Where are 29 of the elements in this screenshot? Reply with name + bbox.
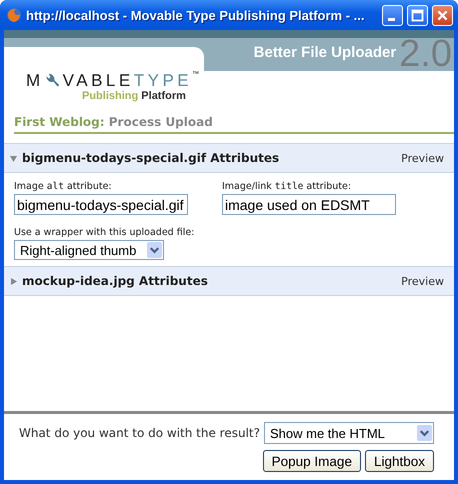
preview-link[interactable]: Preview (401, 152, 444, 164)
text-field[interactable]: bigmenu-todays-special.gif (14, 194, 188, 215)
window-title: http://localhost - Movable Type Publishing Platform - ... (26, 8, 366, 22)
expand-triangle-icon[interactable] (9, 276, 18, 286)
section-title: mockup-idea.jpg Attributes (22, 274, 209, 288)
text-field[interactable]: image used on EDSMT (222, 194, 396, 215)
blog-name: First Weblog: (14, 115, 105, 129)
wrapper-dropdown[interactable]: Right-aligned thumb (14, 240, 164, 260)
field-label: Image alt attribute: (14, 181, 112, 192)
action-button[interactable]: Popup Image (262, 450, 361, 472)
action-button[interactable]: Lightbox (364, 450, 434, 472)
field-label: Image/link title attribute: (222, 181, 352, 192)
wrapper-label: Use a wrapper with this uploaded file: (14, 227, 196, 238)
preview-link[interactable]: Preview (401, 274, 444, 288)
section-title: bigmenu-todays-special.gif Attributes (22, 151, 280, 165)
close-button[interactable] (432, 4, 453, 26)
minimize-button[interactable] (382, 4, 403, 26)
logo: M VABLE TYPE$^{™}$ Publishing Platform (26, 71, 200, 102)
section-header[interactable]: mockup-idea.jpg Attributes Preview (4, 266, 454, 296)
version-number: 2.0 (399, 34, 452, 74)
collapse-triangle-icon[interactable] (9, 154, 18, 162)
result-question: What do you want to do with the result? (18, 426, 260, 440)
minimize-icon (388, 18, 395, 20)
page-title: Process Upload (108, 115, 213, 129)
result-dropdown[interactable]: Show me the HTML (264, 422, 434, 444)
section-header[interactable]: bigmenu-todays-special.gif Attributes Preview (4, 143, 454, 173)
globe-icon (6, 7, 22, 23)
app-title: Better File Uploader (254, 43, 396, 61)
maximize-button[interactable] (407, 4, 428, 26)
